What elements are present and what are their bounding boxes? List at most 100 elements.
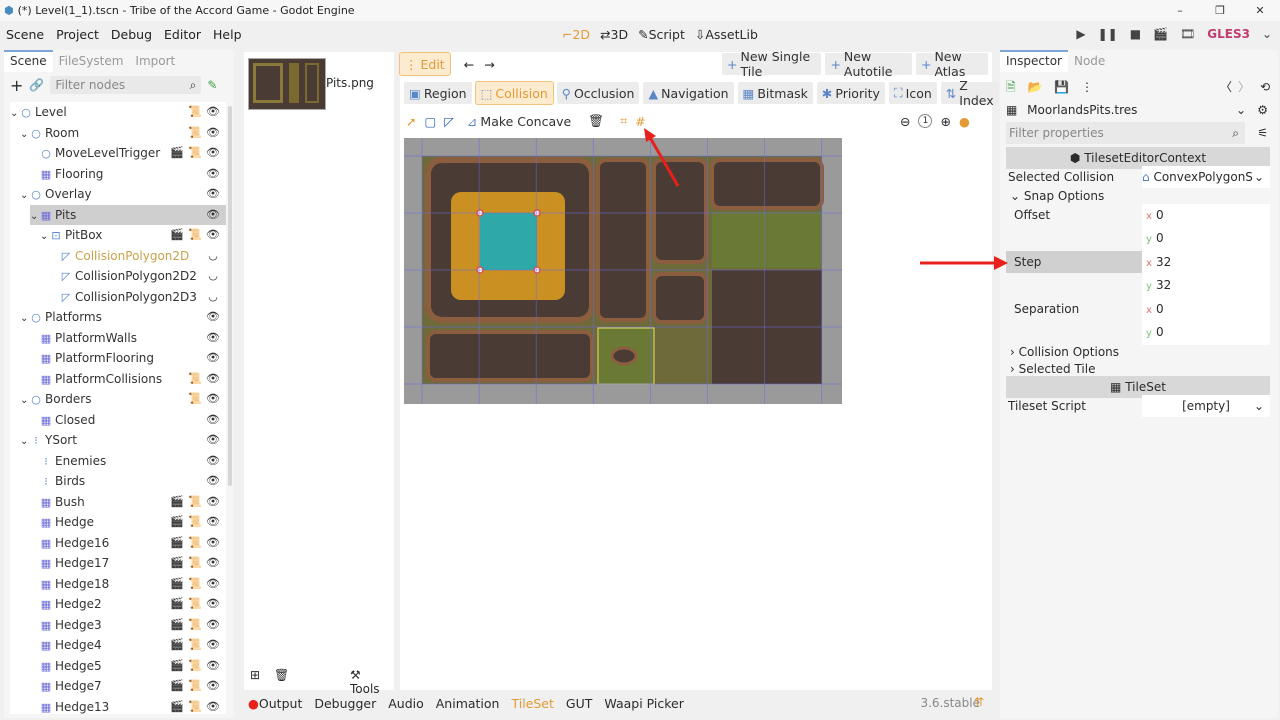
scene-tree-node-hedge7[interactable]: ▦ Hedge7 🎬 📜 👁 <box>30 676 226 696</box>
step-x-field[interactable]: x 32 <box>1142 251 1270 275</box>
scene-tree-node-hedge5[interactable]: ▦ Hedge5 🎬 📜 👁 <box>30 656 226 676</box>
eye-icon[interactable]: 👁 <box>204 697 222 715</box>
eye-icon[interactable]: 👁 <box>204 307 222 327</box>
eye-icon[interactable]: 👁 <box>204 225 222 245</box>
scene-tree-node-hedge13[interactable]: ▦ Hedge13 🎬 📜 👁 <box>30 697 226 715</box>
delete-shape-icon[interactable]: 🗑 <box>588 113 604 129</box>
new-atlas-button[interactable]: + New Atlas <box>915 49 988 79</box>
eye-icon[interactable]: 👁 <box>204 676 222 696</box>
chevron-down-icon[interactable]: ⌄ <box>10 104 20 124</box>
script-icon[interactable]: 📜 <box>186 143 204 163</box>
mode-icon[interactable]: ⛶ Icon <box>888 82 937 104</box>
step-y-field[interactable]: y 32 <box>1142 274 1270 298</box>
scene-tree-node-collisionpolygon2d[interactable]: ◸ CollisionPolygon2D ◡ <box>50 246 226 266</box>
property-options-icon[interactable]: ⚟ <box>1257 122 1268 144</box>
bottom-tab-tileset[interactable]: TileSet <box>511 696 553 711</box>
bottom-tab-audio[interactable]: Audio <box>388 696 424 711</box>
bottom-tab-animation[interactable]: Animation <box>436 696 500 711</box>
menu-debug[interactable]: Debug <box>105 27 158 42</box>
hidden-icon[interactable]: ◡ <box>204 266 222 286</box>
add-node-icon[interactable]: + <box>10 76 23 95</box>
history-back-icon[interactable]: 〈 <box>1220 76 1232 98</box>
scene-tree-scrollbar[interactable] <box>228 106 232 486</box>
eye-icon[interactable]: 👁 <box>204 123 222 143</box>
eye-icon[interactable]: 👁 <box>204 574 222 594</box>
clap-icon[interactable]: 🎬 <box>168 143 186 163</box>
chevron-down-icon[interactable]: ⌄ <box>1262 27 1272 41</box>
new-autotile-button[interactable]: + New Autotile <box>825 49 912 79</box>
minimize-icon[interactable]: – <box>1160 0 1200 21</box>
menu-help[interactable]: Help <box>207 27 248 42</box>
open-resource-icon[interactable]: 📂 <box>1027 80 1042 94</box>
filter-nodes-input[interactable]: Filter nodes ⌕ <box>50 76 202 94</box>
mode-occlusion[interactable]: ⚲ Occlusion <box>556 82 640 104</box>
script-icon[interactable]: 📜 <box>186 574 204 594</box>
eye-icon[interactable]: 👁 <box>204 656 222 676</box>
script-icon[interactable]: 📜 <box>186 389 204 409</box>
link-icon[interactable]: 🔗 <box>29 78 44 92</box>
eye-icon[interactable]: 👁 <box>204 594 222 614</box>
scene-tree-node-flooring[interactable]: ▦ Flooring 👁 <box>30 164 226 184</box>
info-icon[interactable]: ● <box>959 114 970 129</box>
eye-icon[interactable]: 👁 <box>204 164 222 184</box>
clap-icon[interactable]: 🎬 <box>168 615 186 635</box>
menu-project[interactable]: Project <box>50 27 105 42</box>
script-icon[interactable]: 📜 <box>186 492 204 512</box>
previous-tile-icon[interactable]: ← <box>464 57 474 72</box>
eye-icon[interactable]: 👁 <box>204 492 222 512</box>
scene-tree-node-hedge16[interactable]: ▦ Hedge16 🎬 📜 👁 <box>30 533 226 553</box>
tileset-script-field[interactable]: [empty] ⌄ <box>1142 395 1270 417</box>
clap-icon[interactable]: 🎬 <box>168 697 186 715</box>
filter-properties-input[interactable]: Filter properties ⌕ <box>1006 122 1245 144</box>
tileset-canvas[interactable] <box>404 138 842 404</box>
play-custom-icon[interactable]: 🎞 <box>1180 27 1195 41</box>
script-icon[interactable]: 📜 <box>186 123 204 143</box>
chevron-down-icon[interactable]: ⌄ <box>30 207 40 227</box>
attach-script-icon[interactable]: ✎ <box>207 78 217 92</box>
hidden-icon[interactable]: ◡ <box>204 287 222 307</box>
script-icon[interactable]: 📜 <box>186 656 204 676</box>
pin-icon[interactable]: ⇈ <box>974 695 984 709</box>
mode-navigation[interactable]: ▲ Navigation <box>643 82 734 104</box>
tab-scene[interactable]: Scene <box>4 50 53 72</box>
script-icon[interactable]: 📜 <box>186 512 204 532</box>
eye-icon[interactable]: 👁 <box>204 328 222 348</box>
tab-filesystem[interactable]: FileSystem <box>53 52 130 72</box>
separation-x-field[interactable]: x0 <box>1142 298 1270 322</box>
edit-button[interactable]: ⋮ Edit <box>399 52 451 76</box>
close-icon[interactable]: ✕ <box>1240 0 1280 21</box>
scene-tree-node-level[interactable]: ⌄ ○ Level 📜 👁 <box>10 102 226 122</box>
script-icon[interactable]: 📜 <box>186 225 204 245</box>
script-icon[interactable]: 📜 <box>186 102 204 122</box>
main-mode-assetlib[interactable]: ⇩AssetLib <box>695 27 758 42</box>
scene-tree-node-room[interactable]: ⌄ ○ Room 📜 👁 <box>20 123 226 143</box>
history-icon[interactable]: ⟲ <box>1260 76 1270 98</box>
save-resource-icon[interactable]: 💾 <box>1054 80 1069 94</box>
next-tile-icon[interactable]: → <box>484 57 494 72</box>
scene-tree-node-overlay[interactable]: ⌄ ○ Overlay 👁 <box>20 184 226 204</box>
chevron-down-icon[interactable]: ⌄ <box>20 309 30 329</box>
pause-icon[interactable]: ❚❚ <box>1098 27 1118 41</box>
scene-tree-node-hedge[interactable]: ▦ Hedge 🎬 📜 👁 <box>30 512 226 532</box>
script-icon[interactable]: 📜 <box>186 369 204 389</box>
mode-z-index[interactable]: ⇅ Z Index <box>940 78 999 108</box>
eye-icon[interactable]: 👁 <box>204 512 222 532</box>
keep-inside-tile-icon[interactable]: ⌗ <box>620 113 627 129</box>
scene-tree-node-hedge3[interactable]: ▦ Hedge3 🎬 📜 👁 <box>30 615 226 635</box>
main-mode-3d[interactable]: ⇄3D <box>600 27 628 42</box>
eye-icon[interactable]: 👁 <box>204 471 222 491</box>
scene-tree-node-enemies[interactable]: ⁝ Enemies 👁 <box>30 451 226 471</box>
scene-tree-node-borders[interactable]: ⌄ ○ Borders 📜 👁 <box>20 389 226 409</box>
script-icon[interactable]: 📜 <box>186 676 204 696</box>
scene-tree-node-collisionpolygon2d2[interactable]: ◸ CollisionPolygon2D2 ◡ <box>50 266 226 286</box>
scene-tree-node-bush[interactable]: ▦ Bush 🎬 📜 👁 <box>30 492 226 512</box>
more-icon[interactable]: ⋮ <box>1081 80 1093 94</box>
stop-icon[interactable]: ■ <box>1130 27 1141 41</box>
script-icon[interactable]: 📜 <box>186 553 204 573</box>
script-icon[interactable]: 📜 <box>186 533 204 553</box>
create-polygon-icon[interactable]: ◸ <box>444 114 454 129</box>
clap-icon[interactable]: 🎬 <box>168 225 186 245</box>
script-icon[interactable]: 📜 <box>186 594 204 614</box>
play-scene-icon[interactable]: 🎬 <box>1153 27 1168 41</box>
clap-icon[interactable]: 🎬 <box>168 656 186 676</box>
